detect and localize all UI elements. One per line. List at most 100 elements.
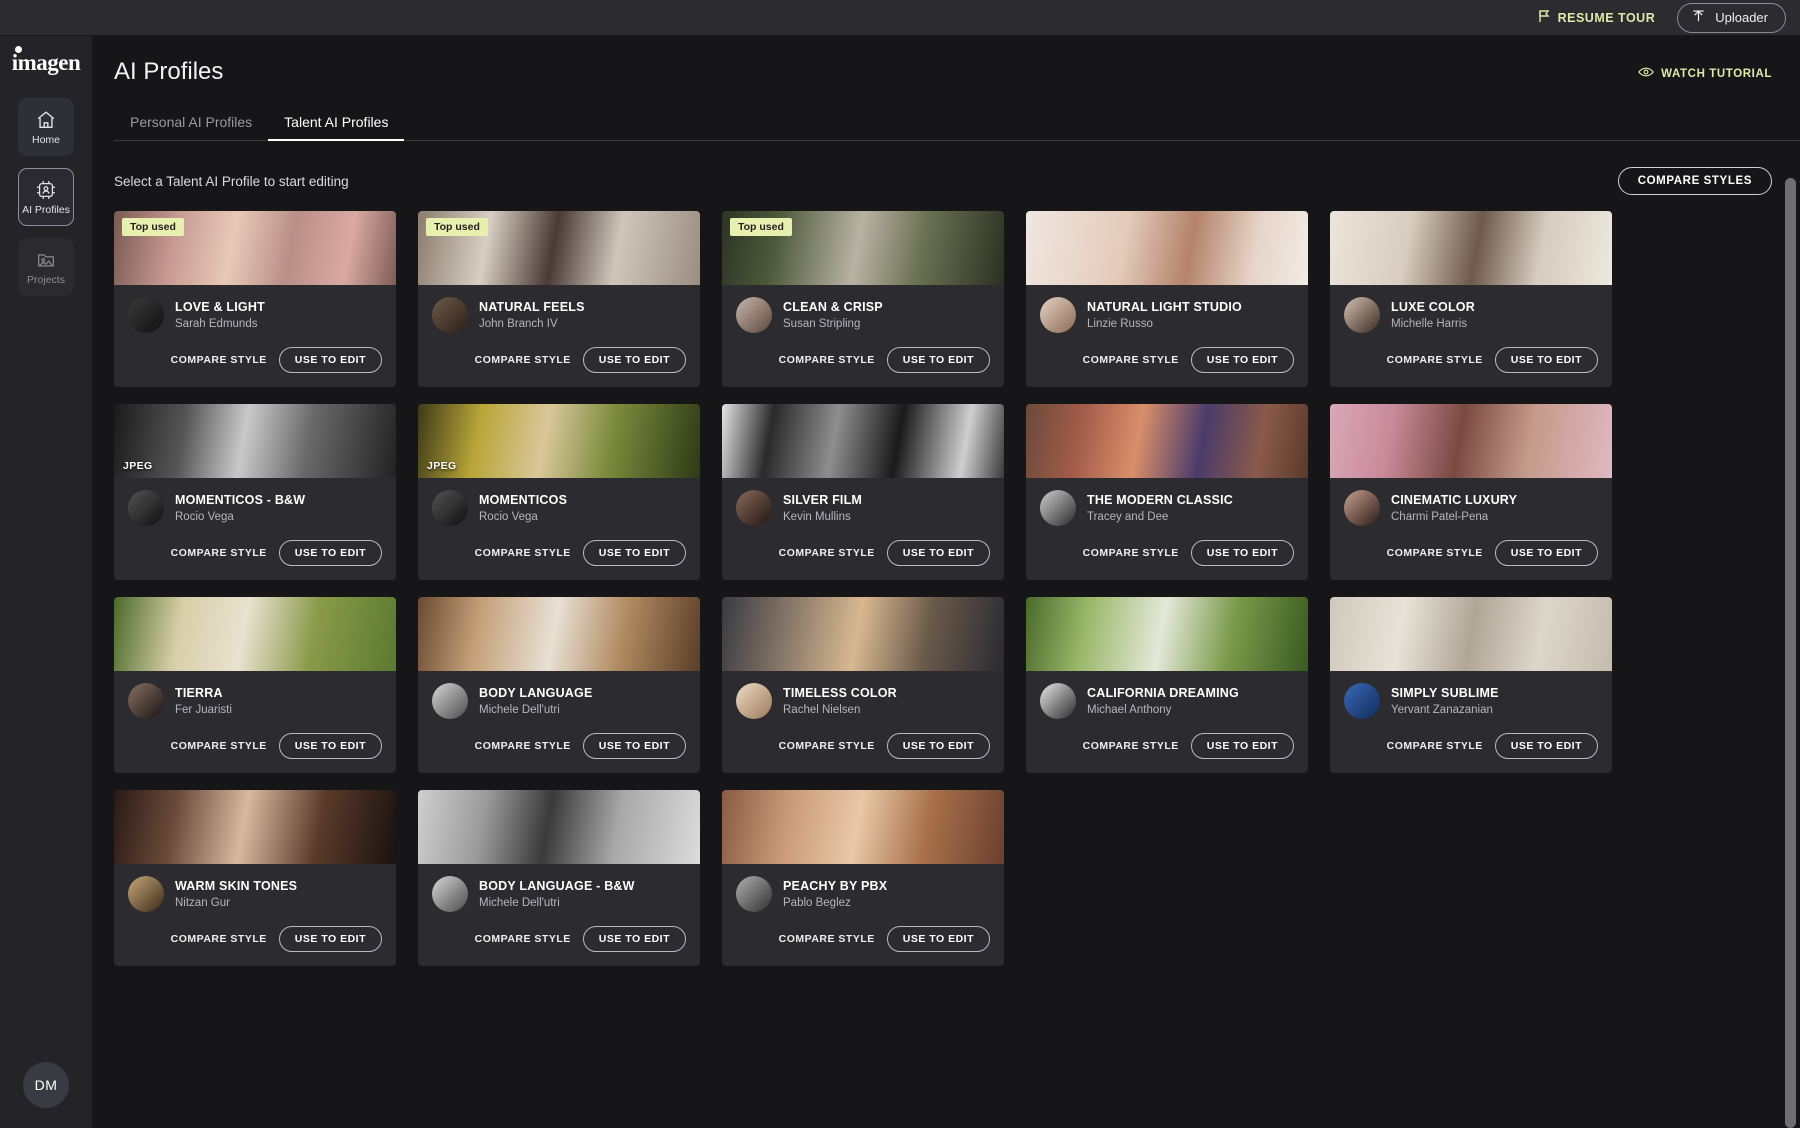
profile-card[interactable]: WARM SKIN TONESNitzan GurCOMPARE STYLEUS…	[114, 790, 396, 966]
profile-thumbnail[interactable]	[1026, 597, 1308, 671]
compare-style-button[interactable]: COMPARE STYLE	[171, 933, 267, 945]
compare-style-button[interactable]: COMPARE STYLE	[475, 933, 571, 945]
user-avatar[interactable]: DM	[23, 1062, 69, 1108]
use-to-edit-button[interactable]: USE TO EDIT	[1495, 733, 1598, 759]
compare-style-button[interactable]: COMPARE STYLE	[1387, 740, 1483, 752]
use-to-edit-button[interactable]: USE TO EDIT	[1191, 540, 1294, 566]
use-to-edit-button[interactable]: USE TO EDIT	[1495, 540, 1598, 566]
use-to-edit-button[interactable]: USE TO EDIT	[1495, 347, 1598, 373]
profile-thumbnail[interactable]	[1330, 404, 1612, 478]
profile-author: Susan Stripling	[783, 318, 883, 330]
profile-tabs: Personal AI Profiles Talent AI Profiles	[114, 108, 1800, 141]
compare-style-button[interactable]: COMPARE STYLE	[1083, 740, 1179, 752]
use-to-edit-button[interactable]: USE TO EDIT	[887, 926, 990, 952]
compare-style-button[interactable]: COMPARE STYLE	[779, 740, 875, 752]
compare-style-button[interactable]: COMPARE STYLE	[779, 933, 875, 945]
tab-talent-ai-profiles[interactable]: Talent AI Profiles	[268, 108, 404, 141]
profile-actions: COMPARE STYLE USE TO EDIT	[722, 532, 1004, 580]
profile-thumbnail[interactable]	[1330, 211, 1612, 285]
use-to-edit-button[interactable]: USE TO EDIT	[279, 347, 382, 373]
profile-thumbnail[interactable]: JPEG	[418, 404, 700, 478]
tab-personal-ai-profiles[interactable]: Personal AI Profiles	[114, 108, 268, 141]
compare-style-button[interactable]: COMPARE STYLE	[475, 740, 571, 752]
use-to-edit-button[interactable]: USE TO EDIT	[583, 347, 686, 373]
profile-thumbnail[interactable]: Top used	[418, 211, 700, 285]
profile-card[interactable]: JPEGMOMENTICOS - B&WRocio VegaCOMPARE ST…	[114, 404, 396, 580]
profile-card[interactable]: TIERRAFer JuaristiCOMPARE STYLEUSE TO ED…	[114, 597, 396, 773]
use-to-edit-button[interactable]: USE TO EDIT	[583, 733, 686, 759]
compare-style-button[interactable]: COMPARE STYLE	[1083, 354, 1179, 366]
profile-info: LOVE & LIGHTSarah Edmunds	[114, 285, 396, 339]
profile-card[interactable]: SILVER FILMKevin MullinsCOMPARE STYLEUSE…	[722, 404, 1004, 580]
compare-style-button[interactable]: COMPARE STYLE	[475, 547, 571, 559]
use-to-edit-button[interactable]: USE TO EDIT	[1191, 733, 1294, 759]
subhead-text: Select a Talent AI Profile to start edit…	[114, 174, 349, 189]
profile-thumbnail[interactable]	[1330, 597, 1612, 671]
profile-thumbnail[interactable]: Top used	[722, 211, 1004, 285]
profile-avatar	[128, 876, 164, 912]
profile-card[interactable]: BODY LANGUAGEMichele Dell'utriCOMPARE ST…	[418, 597, 700, 773]
profile-card[interactable]: PEACHY BY PBXPablo BeglezCOMPARE STYLEUS…	[722, 790, 1004, 966]
use-to-edit-button[interactable]: USE TO EDIT	[1191, 347, 1294, 373]
profile-thumbnail[interactable]	[114, 597, 396, 671]
profile-thumbnail[interactable]	[114, 790, 396, 864]
compare-style-button[interactable]: COMPARE STYLE	[171, 740, 267, 752]
compare-style-button[interactable]: COMPARE STYLE	[171, 354, 267, 366]
profile-thumbnail[interactable]: Top used	[114, 211, 396, 285]
watch-tutorial-button[interactable]: WATCH TUTORIAL	[1638, 66, 1772, 81]
use-to-edit-button[interactable]: USE TO EDIT	[887, 733, 990, 759]
resume-tour-button[interactable]: RESUME TOUR	[1537, 9, 1656, 26]
profile-card[interactable]: Top usedCLEAN & CRISPSusan StriplingCOMP…	[722, 211, 1004, 387]
profile-card[interactable]: Top usedLOVE & LIGHTSarah Edmunds COMPARE…	[114, 211, 396, 387]
profile-card[interactable]: BODY LANGUAGE - B&WMichele Dell'utriCOMP…	[418, 790, 700, 966]
sidebar-item-ai-profiles-label: AI Profiles	[22, 205, 70, 216]
profile-actions: COMPARE STYLE USE TO EDIT	[722, 339, 1004, 387]
use-to-edit-button[interactable]: USE TO EDIT	[887, 540, 990, 566]
compare-style-button[interactable]: COMPARE STYLE	[1083, 547, 1179, 559]
profile-card[interactable]: TIMELESS COLORRachel Nielsen COMPARE STYL…	[722, 597, 1004, 773]
use-to-edit-button[interactable]: USE TO EDIT	[279, 540, 382, 566]
use-to-edit-button[interactable]: USE TO EDIT	[583, 926, 686, 952]
profile-text: CALIFORNIA DREAMINGMichael Anthony	[1087, 686, 1239, 716]
avatar-image	[736, 683, 772, 719]
use-to-edit-button[interactable]: USE TO EDIT	[279, 926, 382, 952]
profile-thumbnail[interactable]	[418, 597, 700, 671]
profile-card[interactable]: JPEGMOMENTICOSRocio VegaCOMPARE STYLEUSE…	[418, 404, 700, 580]
profile-info: TIMELESS COLORRachel Nielsen	[722, 671, 1004, 725]
compare-style-button[interactable]: COMPARE STYLE	[1387, 547, 1483, 559]
profile-card[interactable]: NATURAL LIGHT STUDIOLinzie RussoCOMPARE …	[1026, 211, 1308, 387]
profile-card[interactable]: SIMPLY SUBLIMEYervant ZanazanianCOMPARE …	[1330, 597, 1612, 773]
profile-card[interactable]: THE MODERN CLASSICTracey and DeeCOMPARE …	[1026, 404, 1308, 580]
profile-actions: COMPARE STYLE USE TO EDIT	[418, 918, 700, 966]
use-to-edit-button[interactable]: USE TO EDIT	[583, 540, 686, 566]
use-to-edit-button[interactable]: USE TO EDIT	[279, 733, 382, 759]
profile-card[interactable]: CALIFORNIA DREAMINGMichael Anthony COMPAR…	[1026, 597, 1308, 773]
profile-thumbnail[interactable]	[1026, 211, 1308, 285]
compare-style-button[interactable]: COMPARE STYLE	[779, 354, 875, 366]
flag-icon	[1537, 9, 1551, 26]
profile-thumbnail[interactable]	[1026, 404, 1308, 478]
main-scrollbar-track[interactable]	[1785, 36, 1796, 1128]
compare-style-button[interactable]: COMPARE STYLE	[1387, 354, 1483, 366]
sidebar-item-ai-profiles[interactable]: AI Profiles	[18, 168, 74, 226]
profile-thumbnail[interactable]: JPEG	[114, 404, 396, 478]
compare-style-button[interactable]: COMPARE STYLE	[171, 547, 267, 559]
profile-card[interactable]: Top usedNATURAL FEELSJohn Branch IVCOMPA…	[418, 211, 700, 387]
compare-styles-button[interactable]: COMPARE STYLES	[1618, 167, 1772, 195]
compare-style-button[interactable]: COMPARE STYLE	[475, 354, 571, 366]
main-scrollbar-thumb[interactable]	[1785, 178, 1796, 1128]
avatar-image	[128, 297, 164, 333]
profile-thumbnail[interactable]	[418, 790, 700, 864]
profile-thumbnail[interactable]	[722, 790, 1004, 864]
sidebar-item-home[interactable]: Home	[18, 98, 74, 156]
profile-thumbnail[interactable]	[722, 597, 1004, 671]
profile-card[interactable]: LUXE COLORMichelle HarrisCOMPARE STYLEUS…	[1330, 211, 1612, 387]
sidebar-item-projects[interactable]: Projects	[18, 238, 74, 296]
profile-thumbnail[interactable]	[722, 404, 1004, 478]
thumbnail-image	[114, 404, 396, 478]
profile-info: BODY LANGUAGE - B&WMichele Dell'utri	[418, 864, 700, 918]
use-to-edit-button[interactable]: USE TO EDIT	[887, 347, 990, 373]
profile-card[interactable]: CINEMATIC LUXURYCharmi Patel-PenaCOMPARE…	[1330, 404, 1612, 580]
uploader-button[interactable]: Uploader	[1677, 3, 1786, 33]
compare-style-button[interactable]: COMPARE STYLE	[779, 547, 875, 559]
